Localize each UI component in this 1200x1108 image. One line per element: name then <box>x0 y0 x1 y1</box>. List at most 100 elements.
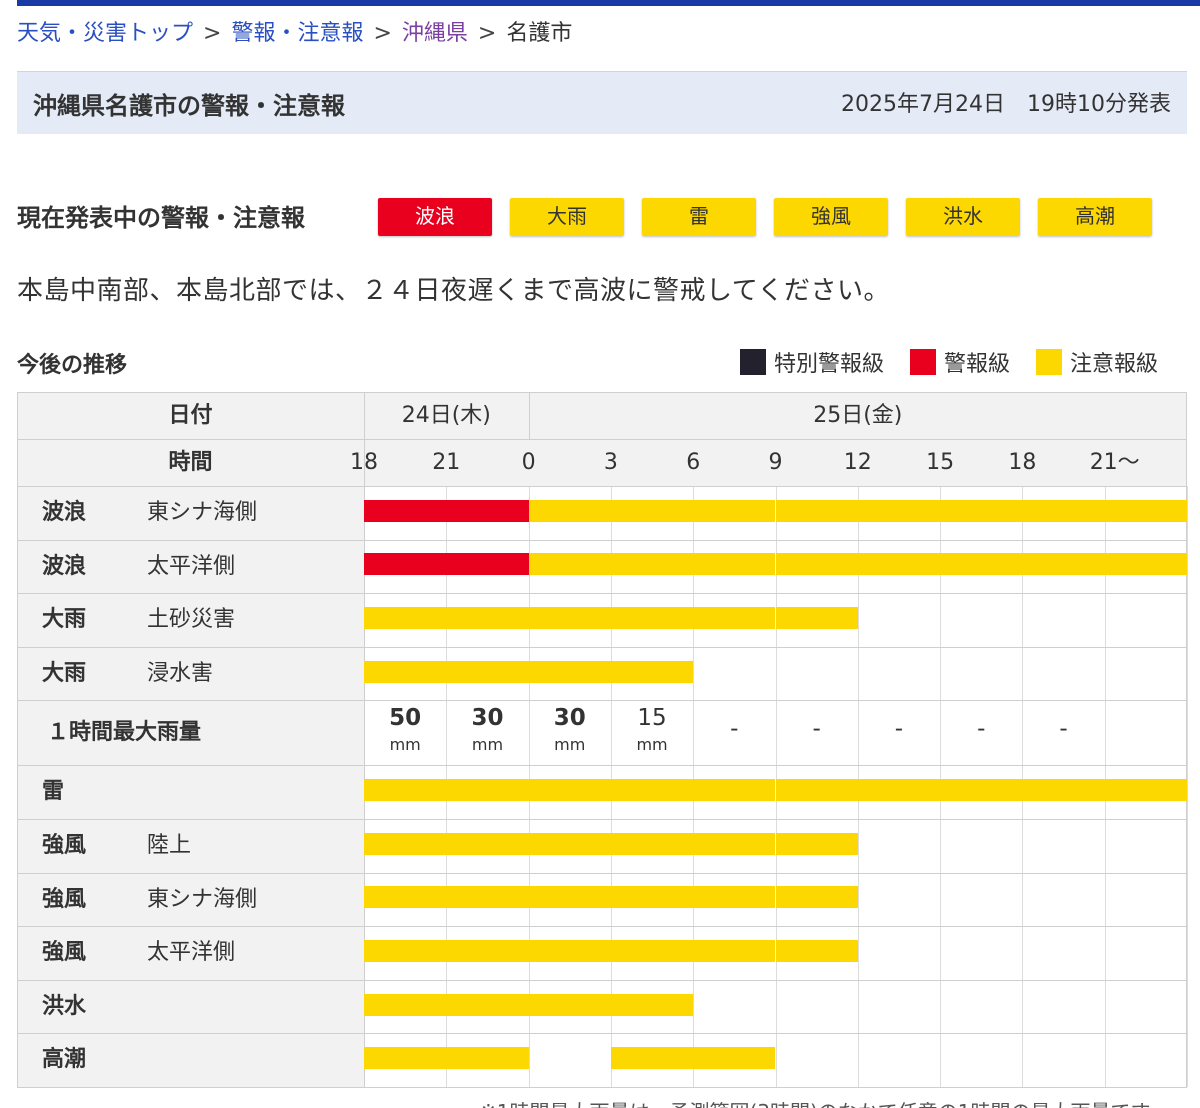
breadcrumb: 天気・災害トップ > 警報・注意報 > 沖縄県 > 名護市 <box>17 18 572 50</box>
level-band-advisory <box>364 1047 447 1070</box>
level-band-advisory <box>364 993 447 1016</box>
level-band-advisory <box>610 832 694 855</box>
breadcrumb-link-1[interactable]: 警報・注意報 <box>231 21 363 46</box>
level-band-advisory <box>940 499 1023 522</box>
level-band-advisory <box>1104 779 1187 802</box>
row-area-label: 東シナ海側 <box>147 886 258 912</box>
level-band-advisory <box>775 940 858 962</box>
level-band-advisory <box>364 886 447 909</box>
page-title: 沖縄県名護市の警報・注意報 <box>33 92 345 120</box>
trend-table: 日付 時間 24日(木) 25日(金) 18 21 0 3 6 9 12 15 18 21〜 波浪 東シナ海側… <box>17 392 1188 1088</box>
row-type-label: 雷 <box>42 779 65 805</box>
rain-unit: mm <box>389 735 421 755</box>
legend-item-0: 特別警報級 <box>740 346 884 378</box>
level-band-advisory <box>610 993 694 1016</box>
level-band-warning <box>364 553 447 576</box>
rain-value: 30 <box>471 705 504 732</box>
date-cell-0: 24日(木) <box>401 403 491 428</box>
time-tick-1: 21 <box>432 450 461 475</box>
legend-swatch-icon <box>1036 349 1063 375</box>
page-header: 沖縄県名護市の警報・注意報 2025年7月24日 19時10分発表 <box>17 71 1187 134</box>
row-area-label: 浸水害 <box>147 660 214 686</box>
row-type-label: １時間最大雨量 <box>47 720 202 746</box>
grid-hline <box>17 819 1187 820</box>
legend-swatch-icon <box>910 349 937 375</box>
level-band-advisory <box>693 886 776 909</box>
level-band-advisory <box>693 499 776 522</box>
time-tick-6: 12 <box>843 450 872 475</box>
issued-timestamp: 2025年7月24日 19時10分発表 <box>841 92 1171 117</box>
grid-border-right <box>1186 392 1187 1087</box>
level-band-advisory <box>940 553 1023 576</box>
level-band-advisory <box>775 832 858 855</box>
level-band-advisory <box>775 607 858 629</box>
time-tick-2: 0 <box>521 450 536 475</box>
rain-value: - <box>730 716 739 743</box>
time-tick-5: 9 <box>768 450 783 475</box>
level-band-advisory <box>528 660 611 683</box>
level-band-warning <box>446 553 529 576</box>
level-band-advisory <box>528 553 611 576</box>
grid-hline <box>17 1087 1187 1088</box>
level-band-advisory <box>693 553 776 576</box>
level-band-advisory <box>528 993 611 1016</box>
row-type-label: 強風 <box>42 886 87 912</box>
level-band-advisory <box>610 886 694 909</box>
level-band-advisory <box>857 553 941 576</box>
rain-value: 15 <box>637 705 667 732</box>
row-area-label: 陸上 <box>147 833 192 858</box>
row-type-label: 波浪 <box>42 553 87 579</box>
level-band-advisory <box>1104 499 1187 522</box>
badge-4[interactable]: 洪水 <box>906 198 1020 236</box>
legend-label: 注意報級 <box>1070 352 1159 377</box>
breadcrumb-link-0[interactable]: 天気・災害トップ <box>17 21 193 46</box>
date-header-label: 日付 <box>168 403 213 428</box>
breadcrumb-link-2[interactable]: 沖縄県 <box>402 21 468 46</box>
badge-2[interactable]: 雷 <box>642 198 756 236</box>
current-warnings-heading: 現在発表中の警報・注意報 <box>17 204 305 232</box>
row-area-label: 土砂災害 <box>147 607 236 633</box>
level-band-advisory <box>693 832 776 855</box>
level-band-advisory <box>775 779 858 802</box>
rain-value: - <box>894 716 904 743</box>
row-area-label: 東シナ海側 <box>147 500 258 525</box>
row-type-label: 高潮 <box>42 1047 87 1073</box>
level-band-advisory <box>857 779 941 802</box>
level-band-advisory <box>610 660 694 683</box>
level-band-advisory <box>446 1047 529 1070</box>
date-cell-1: 25日(金) <box>813 403 903 428</box>
rain-unit: mm <box>471 735 504 755</box>
level-band-advisory <box>446 886 529 909</box>
level-band-advisory <box>528 886 611 909</box>
time-tick-7: 15 <box>926 450 955 475</box>
badge-5[interactable]: 高潮 <box>1038 198 1152 236</box>
badge-3[interactable]: 強風 <box>774 198 888 236</box>
level-band-advisory <box>610 940 694 962</box>
badge-0[interactable]: 波浪 <box>378 198 492 236</box>
level-band-advisory <box>693 1047 776 1070</box>
breadcrumb-separator: > <box>203 21 222 46</box>
breadcrumb-current: 名護市 <box>506 21 573 46</box>
level-band-advisory <box>857 499 941 522</box>
legend-label: 警報級 <box>944 352 1011 377</box>
rain-value: 50 <box>389 705 422 732</box>
level-band-advisory <box>693 940 776 962</box>
grid-hline <box>17 979 1187 981</box>
level-band-advisory <box>446 993 529 1016</box>
level-band-advisory <box>693 779 776 802</box>
level-band-advisory <box>364 779 447 802</box>
rain-unit: mm <box>636 735 668 755</box>
grid-vline <box>1187 486 1188 1087</box>
top-accent-bar <box>17 0 1200 6</box>
time-header-label: 時間 <box>168 450 213 475</box>
rain-value: - <box>977 716 986 743</box>
grid-hline <box>17 765 1187 767</box>
level-band-advisory <box>610 779 694 802</box>
level-band-advisory <box>1104 553 1187 576</box>
level-band-advisory <box>528 940 611 962</box>
breadcrumb-separator: > <box>373 21 392 46</box>
grid-hline <box>17 1033 1187 1035</box>
badge-1[interactable]: 大雨 <box>510 198 624 236</box>
time-tick-8: 18 <box>1008 450 1037 475</box>
time-tick-3: 3 <box>603 450 618 475</box>
